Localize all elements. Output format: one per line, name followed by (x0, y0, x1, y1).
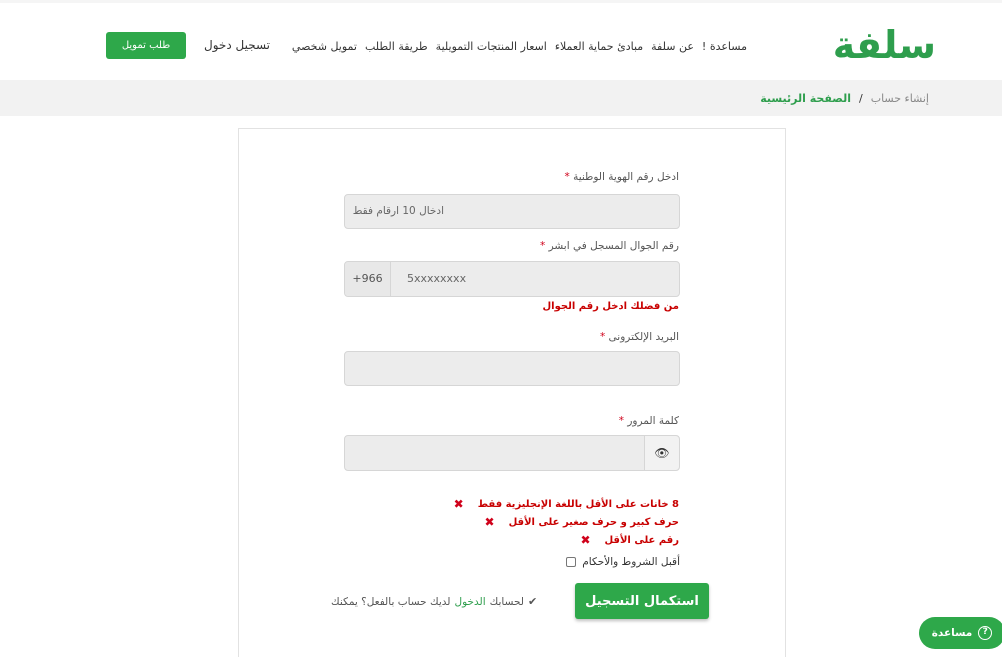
password-label: كلمة المرور * (619, 415, 679, 427)
cross-icon: ✖ (484, 515, 495, 529)
required-mark: * (599, 331, 606, 343)
national-id-label-text: ادخل رقم الهوية الوطنية (573, 171, 679, 183)
help-button[interactable]: ? مساعدة (919, 617, 1002, 649)
login-link[interactable]: تسجيل دخول (204, 38, 270, 52)
cross-icon: ✖ (453, 497, 464, 511)
email-input[interactable] (344, 351, 680, 386)
email-label-text: البريد الإلكترونى (608, 331, 679, 343)
help-label: مساعدة (931, 627, 973, 639)
required-mark: * (540, 240, 546, 252)
password-rule-text: حرف كبير و حرف صغير على الأقل (508, 516, 679, 528)
already-login-link[interactable]: الدخول (454, 596, 485, 608)
breadcrumb-current: إنشاء حساب (870, 92, 929, 105)
breadcrumb-home[interactable]: الصفحة الرئيسية (760, 92, 851, 105)
already-text: لديك حساب بالفعل؟ يمكنك (331, 595, 451, 608)
nav-about[interactable]: عن سلفة (651, 40, 694, 53)
register-form-card: ادخل رقم الهوية الوطنية * ادخال 10 ارقام… (238, 128, 786, 657)
terms-row: أقبل الشروط والأحكام (566, 556, 680, 568)
question-icon: ? (978, 626, 993, 640)
national-id-label: ادخل رقم الهوية الوطنية * (564, 171, 679, 183)
phone-error: من فضلك ادخل رقم الجوال (542, 301, 679, 312)
required-mark: * (564, 171, 570, 183)
request-finance-button[interactable]: طلب تمويل (106, 32, 186, 59)
password-rule-case: ✖ حرف كبير و حرف صغير على الأقل (485, 515, 679, 529)
eye-icon[interactable]: 👁 (644, 436, 679, 470)
complete-registration-button[interactable]: استكمال التسجيل (575, 583, 709, 619)
password-label-text: كلمة المرور (627, 415, 679, 427)
required-mark: * (618, 415, 625, 427)
national-id-input[interactable]: ادخال 10 ارقام فقط (344, 194, 680, 229)
site-header: سلفة تمويل شخصي طريقة الطلب اسعار المنتج… (0, 0, 1002, 80)
password-rule-text: 8 خانات على الأقل باللغة الإنجليزية فقط (477, 498, 679, 510)
password-field[interactable]: 👁 (344, 435, 680, 471)
password-rule-text: رقم على الأقل (604, 534, 680, 546)
phone-label-text: رقم الجوال المسجل في ابشر (548, 240, 679, 252)
terms-checkbox[interactable] (566, 557, 577, 567)
nav-how-to-apply[interactable]: طريقة الطلب (365, 40, 428, 53)
password-rule-digit: ✖ رقم على الأقل (580, 533, 679, 547)
already-have-account: لديك حساب بالفعل؟ يمكنك الدخول لحسابك ✔ (331, 595, 537, 608)
phone-label: رقم الجوال المسجل في ابشر * (540, 240, 679, 252)
breadcrumb-bar: الصفحة الرئيسية / إنشاء حساب (0, 80, 1002, 116)
already-suffix: لحسابك (489, 595, 524, 608)
brand-logo[interactable]: سلفة (833, 23, 936, 67)
breadcrumb: الصفحة الرئيسية / إنشاء حساب (760, 92, 929, 105)
breadcrumb-separator: / (859, 92, 863, 105)
terms-label[interactable]: أقبل الشروط والأحكام (582, 556, 680, 568)
phone-input[interactable]: 5xxxxxxxx (407, 262, 466, 296)
password-rule-length: ✖ 8 خانات على الأقل باللغة الإنجليزية فق… (454, 497, 679, 511)
cross-icon: ✖ (580, 533, 591, 547)
nav-customer-protection[interactable]: مبادئ حماية العملاء (555, 40, 643, 53)
nav-product-prices[interactable]: اسعار المنتجات التمويلية (436, 40, 547, 53)
check-icon: ✔ (527, 595, 538, 608)
main-nav: تمويل شخصي طريقة الطلب اسعار المنتجات ال… (292, 40, 747, 53)
nav-help[interactable]: مساعدة ! (702, 40, 747, 53)
nav-personal-finance[interactable]: تمويل شخصي (292, 40, 357, 53)
phone-field[interactable]: +966 5xxxxxxxx (344, 261, 680, 297)
phone-country-code: +966 (345, 262, 391, 296)
email-label: البريد الإلكترونى * (600, 331, 679, 343)
